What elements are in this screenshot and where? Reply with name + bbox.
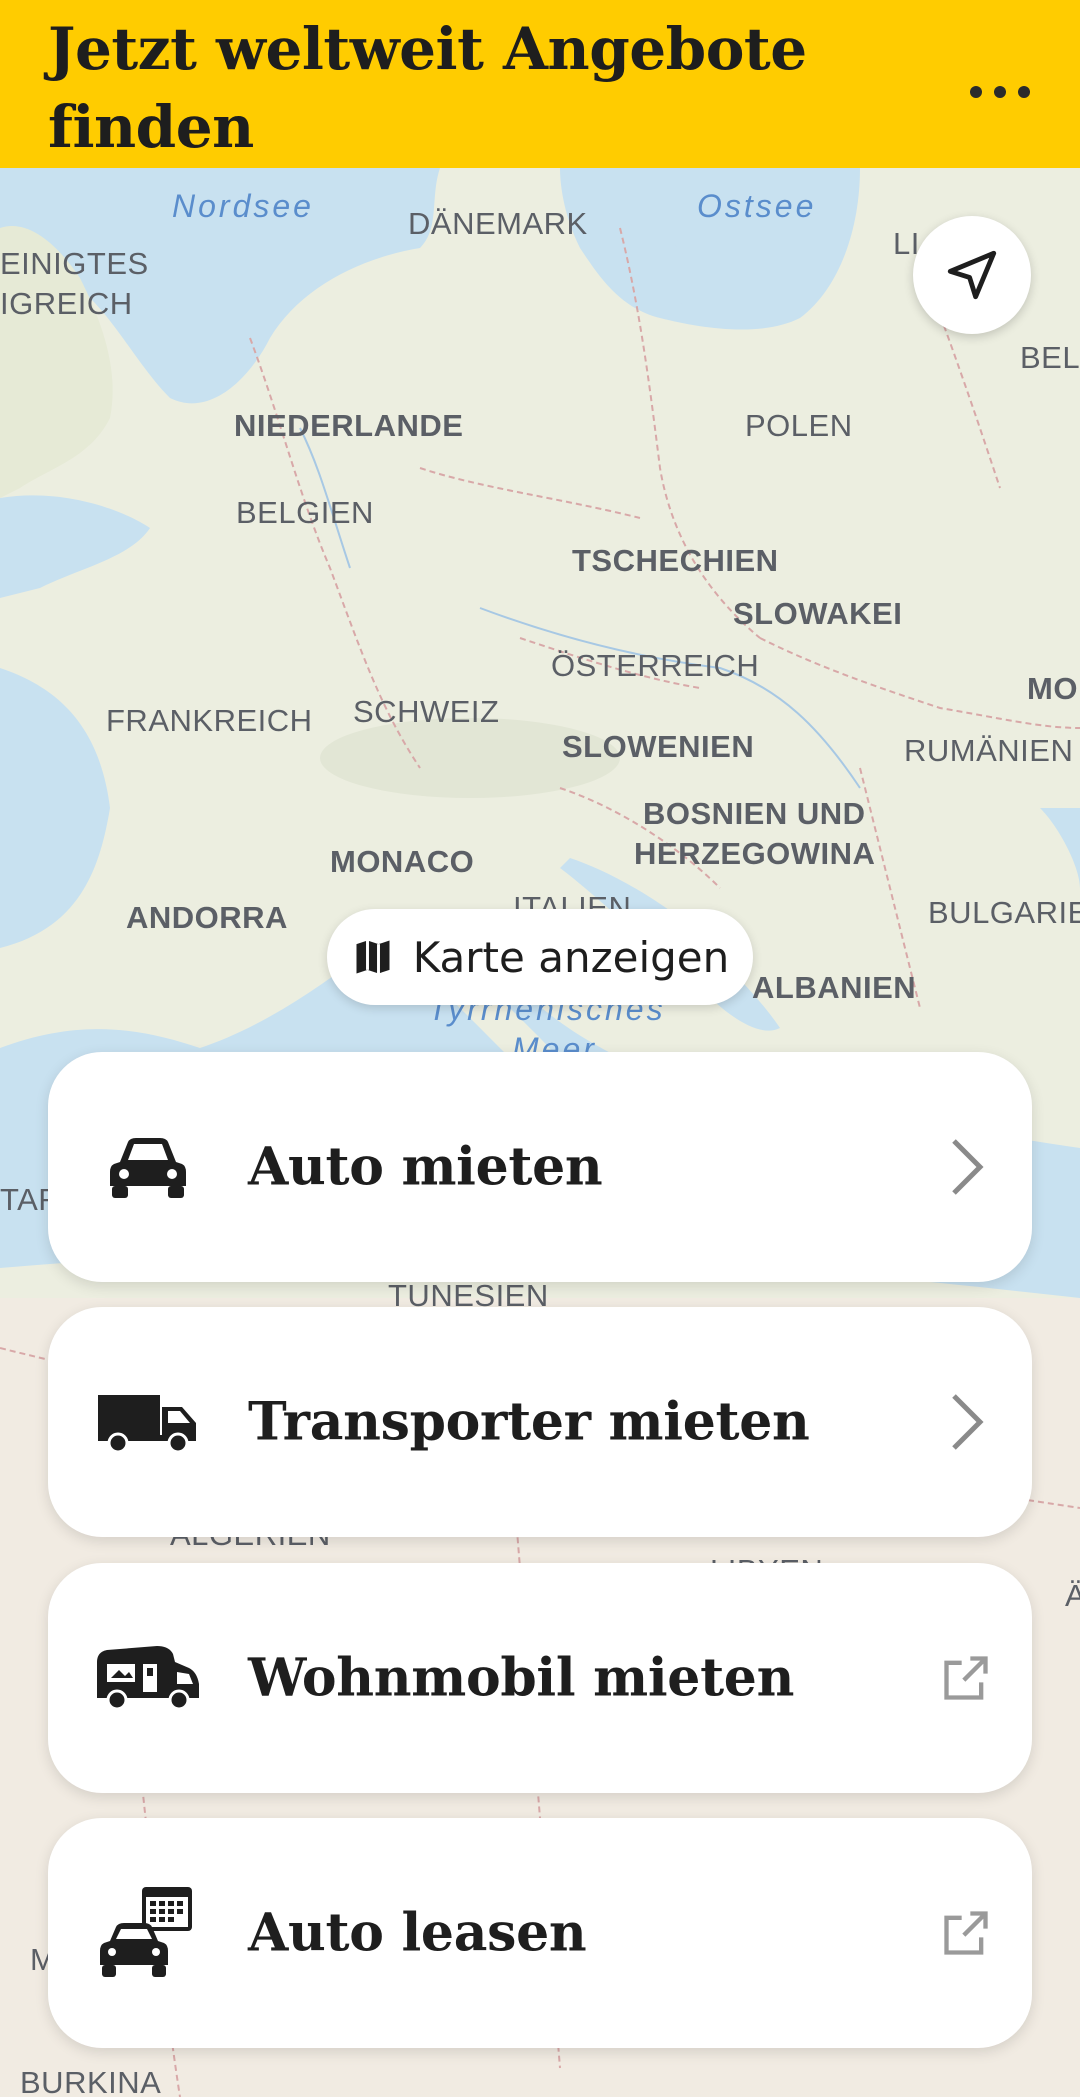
map-label: ANDORRA bbox=[126, 900, 288, 935]
map-label: MONACO bbox=[330, 844, 475, 879]
map-label: BELGIEN bbox=[236, 495, 374, 530]
page-title: Jetzt weltweit Angebote finden bbox=[48, 15, 807, 161]
option-label: Wohnmobil mieten bbox=[248, 1647, 795, 1709]
map-label: POLEN bbox=[745, 408, 853, 443]
option-card-auto-mieten[interactable]: Auto mieten bbox=[48, 1052, 1032, 1282]
map-label: BULGARIE bbox=[928, 895, 1080, 930]
map-icon bbox=[356, 940, 390, 974]
map-label: SLOWENIEN bbox=[562, 729, 755, 764]
map-label: Ä bbox=[1065, 1578, 1080, 1613]
map-label: EINIGTES bbox=[0, 246, 149, 281]
car-icon bbox=[92, 1117, 204, 1217]
more-dot bbox=[994, 86, 1006, 98]
external-link-icon bbox=[936, 1903, 996, 1963]
option-label: Transporter mieten bbox=[248, 1391, 810, 1453]
map-label: IGREICH bbox=[0, 286, 133, 321]
map-label: HERZEGOWINA bbox=[634, 836, 876, 871]
map-label: BURKINA bbox=[20, 2065, 162, 2097]
map-label: SCHWEIZ bbox=[353, 694, 500, 729]
map-label: MO bbox=[1027, 671, 1078, 706]
app-header: Jetzt weltweit Angebote finden bbox=[0, 0, 1080, 168]
navigation-arrow-icon bbox=[947, 250, 997, 300]
camper-icon bbox=[92, 1628, 204, 1728]
more-dot bbox=[1018, 86, 1030, 98]
map-label: DÄNEMARK bbox=[408, 206, 588, 241]
option-card-transporter-mieten[interactable]: Transporter mieten bbox=[48, 1307, 1032, 1537]
app-screen: Jetzt weltweit Angebote finden Nordsee O… bbox=[0, 0, 1080, 2097]
locate-me-button[interactable] bbox=[913, 216, 1031, 334]
show-map-label: Karte anzeigen bbox=[412, 932, 730, 982]
option-label: Auto leasen bbox=[248, 1902, 587, 1964]
option-label: Auto mieten bbox=[248, 1136, 603, 1198]
map-label: TSCHECHIEN bbox=[572, 543, 779, 578]
map-label: ÖSTERREICH bbox=[551, 648, 760, 683]
truck-icon bbox=[92, 1372, 204, 1472]
more-options-button[interactable] bbox=[970, 72, 1030, 112]
show-map-button[interactable]: Karte anzeigen bbox=[327, 909, 753, 1005]
map-label: Nordsee bbox=[172, 188, 314, 224]
map-label: ALBANIEN bbox=[752, 970, 917, 1005]
map-label: BEL bbox=[1020, 340, 1080, 375]
option-card-auto-leasen[interactable]: Auto leasen bbox=[48, 1818, 1032, 2048]
chevron-right-icon bbox=[936, 1392, 996, 1452]
car-lease-icon bbox=[92, 1883, 204, 1983]
map-label: RUMÄNIEN bbox=[904, 733, 1074, 768]
map-label: Ostsee bbox=[697, 188, 817, 224]
map-label: SLOWAKEI bbox=[733, 596, 903, 631]
map-label: FRANKREICH bbox=[106, 703, 313, 738]
option-card-wohnmobil-mieten[interactable]: Wohnmobil mieten bbox=[48, 1563, 1032, 1793]
chevron-right-icon bbox=[936, 1137, 996, 1197]
map-label: BOSNIEN UND bbox=[643, 796, 866, 831]
more-horizontal-icon bbox=[970, 86, 982, 98]
external-link-icon bbox=[936, 1648, 996, 1708]
map-label: NIEDERLANDE bbox=[234, 408, 464, 443]
